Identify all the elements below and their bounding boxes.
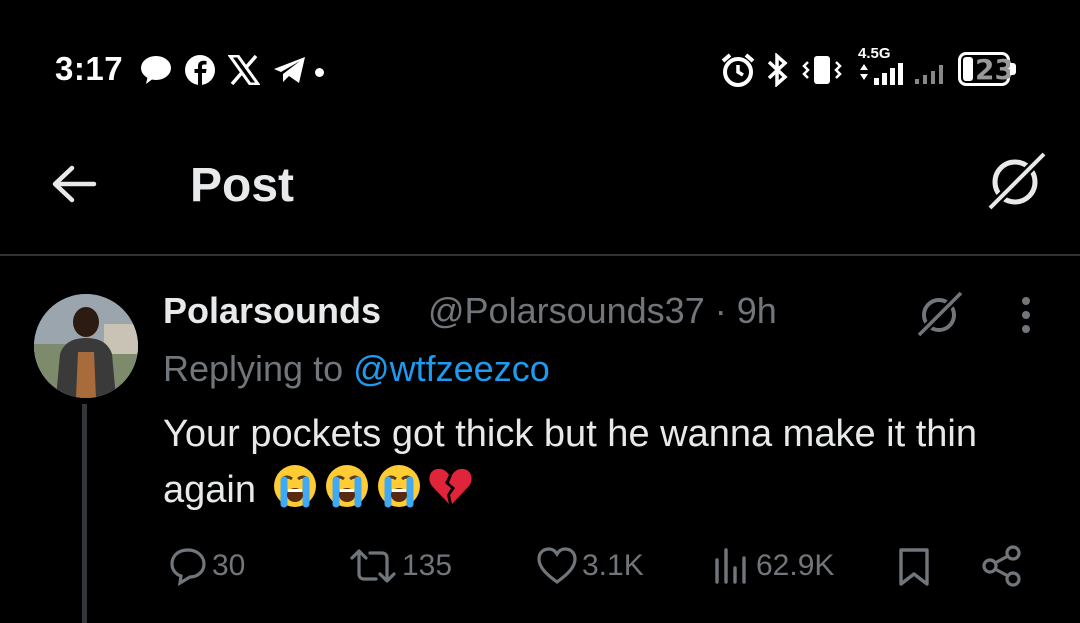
dot-icon (315, 68, 324, 77)
views-count: 62.9K (756, 549, 835, 582)
thread-line (82, 404, 87, 623)
loudly-crying-face-icon (273, 465, 316, 508)
signal-icon (860, 63, 903, 85)
repost-count: 135 (402, 549, 453, 582)
grok-icon[interactable] (984, 148, 1050, 214)
author-handle-time[interactable]: @Polarsounds37 · 9h (428, 290, 777, 332)
mention-link[interactable]: @wtfzeezco (353, 348, 550, 389)
telegram-icon (274, 57, 305, 83)
alarm-icon (721, 53, 755, 87)
analytics-icon (715, 548, 746, 584)
battery-icon: 23 (958, 52, 1014, 86)
battery-percent: 23 (975, 53, 1014, 86)
reply-button[interactable]: 30 (168, 546, 245, 586)
post-text: Your pockets got thick but he wanna make… (163, 406, 1043, 518)
facebook-icon (185, 55, 215, 85)
status-time: 3:17 (55, 50, 124, 87)
views-button[interactable]: 62.9K (712, 546, 834, 586)
bookmark-icon[interactable] (894, 546, 934, 588)
replying-prefix: Replying to (163, 348, 354, 389)
chat-bubble-icon (141, 56, 171, 84)
broken-heart-icon (428, 468, 472, 504)
reply-count: 30 (212, 549, 246, 582)
bluetooth-icon (767, 53, 788, 87)
loudly-crying-face-icon (377, 465, 420, 508)
arrow-left-icon[interactable] (50, 160, 98, 208)
repost-button[interactable]: 135 (348, 546, 452, 586)
battery-tip (1010, 63, 1016, 75)
reply-icon (170, 548, 206, 586)
replying-to: Replying to @wtfzeezco (163, 348, 550, 390)
page-title: Post (190, 159, 295, 212)
network-type: 4.5G (858, 45, 891, 62)
vibrate-icon (802, 56, 842, 84)
share-icon[interactable] (980, 544, 1024, 588)
signal-icon-2 (915, 65, 943, 84)
grok-icon-post[interactable] (914, 288, 966, 340)
avatar[interactable] (34, 294, 138, 398)
more-options-icon[interactable] (1016, 294, 1036, 338)
like-button[interactable]: 3.1K (536, 546, 644, 586)
author-name[interactable]: Polarsounds (163, 290, 381, 332)
repost-icon (350, 549, 396, 583)
heart-icon (537, 547, 577, 584)
header-divider (0, 254, 1080, 256)
loudly-crying-face-icon (325, 465, 368, 508)
like-count: 3.1K (582, 549, 644, 582)
x-logo-icon (228, 55, 260, 85)
